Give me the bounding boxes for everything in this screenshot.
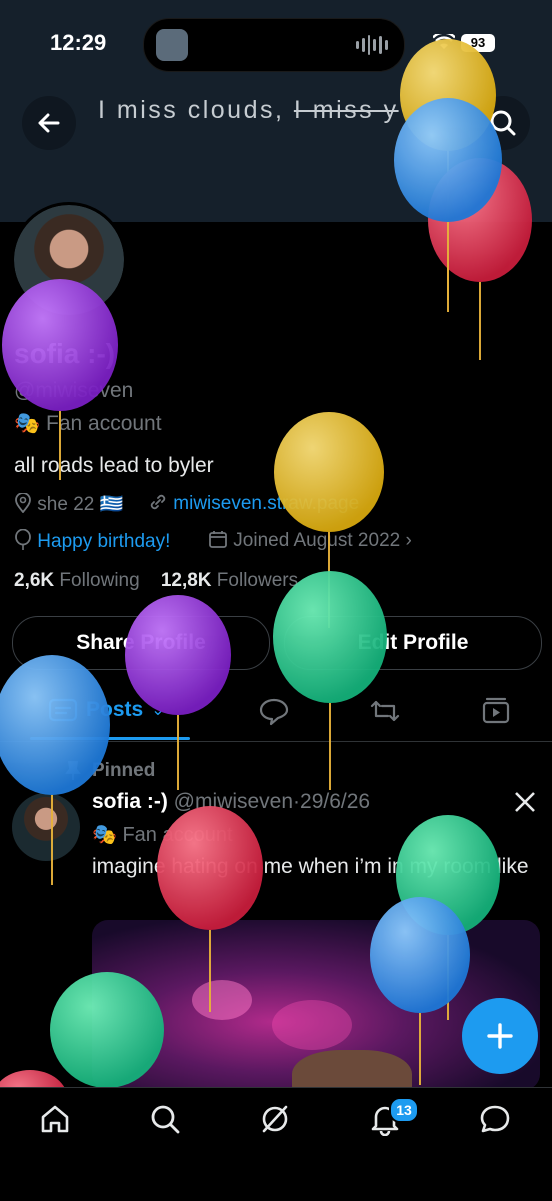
tab-posts[interactable]: Posts ⌄	[48, 697, 165, 723]
posts-icon	[48, 698, 78, 722]
bio: all roads lead to byler	[14, 454, 214, 477]
back-button[interactable]	[22, 96, 76, 150]
mask-icon: 🎭	[14, 412, 41, 435]
account-category: 🎭 Fan account	[14, 412, 162, 435]
search-button[interactable]	[476, 96, 530, 150]
notifications-badge: 13	[389, 1097, 419, 1123]
nav-search-icon[interactable]	[148, 1102, 182, 1136]
calendar-icon	[209, 531, 227, 548]
pinned-label: Pinned	[92, 760, 156, 781]
pin-icon	[65, 761, 81, 780]
share-profile-button[interactable]: Share Profile	[12, 616, 270, 670]
birthday[interactable]: Happy birthday!	[14, 528, 170, 553]
website-link[interactable]: miwiseven.straw.page	[148, 492, 359, 515]
post-header: sofia :-) @miwiseven·29/6/26	[92, 790, 371, 813]
profile-avatar[interactable]	[11, 202, 127, 318]
post-account-category: 🎭 Fan account	[92, 824, 233, 846]
post-handle: @miwiseven	[173, 790, 294, 813]
link-icon	[150, 494, 166, 510]
audio-wave-icon	[356, 35, 388, 55]
status-time: 12:29	[50, 30, 107, 55]
follow-stats: 2,6K Following 12,8K Followers	[14, 570, 298, 592]
wifi-icon	[433, 34, 455, 49]
balloon-green-mid	[273, 571, 387, 790]
location-pin-icon	[15, 492, 31, 514]
post-media[interactable]	[92, 920, 540, 1090]
post-text: imagine hating on me when i’m in my room…	[92, 855, 529, 878]
handle: @miwiseven	[14, 379, 134, 402]
tab-media-icon[interactable]	[480, 696, 512, 726]
followers-link[interactable]: 12,8K Followers	[161, 570, 298, 591]
location: she 22 🇬🇷	[14, 492, 123, 516]
arrow-left-icon	[38, 113, 60, 133]
joined-date[interactable]: Joined August 2022 ›	[208, 529, 412, 552]
tab-reposts-icon[interactable]	[368, 696, 402, 726]
edit-profile-button[interactable]: Edit Profile	[284, 616, 542, 670]
messages-icon[interactable]	[478, 1102, 512, 1136]
post-author[interactable]: sofia :-)	[92, 790, 168, 813]
tab-replies-icon[interactable]	[258, 696, 290, 726]
grok-icon[interactable]	[258, 1102, 292, 1136]
display-name: sofia :-)	[14, 338, 116, 369]
home-icon[interactable]	[38, 1102, 72, 1136]
balloon-icon	[15, 528, 31, 550]
post-avatar[interactable]	[12, 793, 80, 861]
battery-indicator: 93	[461, 34, 495, 52]
compose-button[interactable]	[462, 998, 538, 1074]
balloon-yellow-mid	[274, 412, 384, 628]
post-date: 29/6/26	[300, 790, 371, 813]
app-thumbnail-icon	[156, 29, 188, 61]
active-tab-indicator	[30, 737, 190, 740]
x-logo-icon	[515, 792, 535, 812]
search-icon	[490, 110, 516, 136]
tab-posts-label: Posts	[86, 698, 144, 721]
chevron-right-icon: ›	[405, 530, 412, 551]
following-link[interactable]: 2,6K Following	[14, 570, 140, 591]
mask-icon: 🎭	[92, 824, 117, 846]
chevron-down-icon: ⌄	[151, 702, 165, 719]
dynamic-island[interactable]	[143, 18, 405, 72]
plus-icon	[487, 1023, 513, 1049]
banner-text: I miss clouds, I miss y	[98, 96, 399, 124]
